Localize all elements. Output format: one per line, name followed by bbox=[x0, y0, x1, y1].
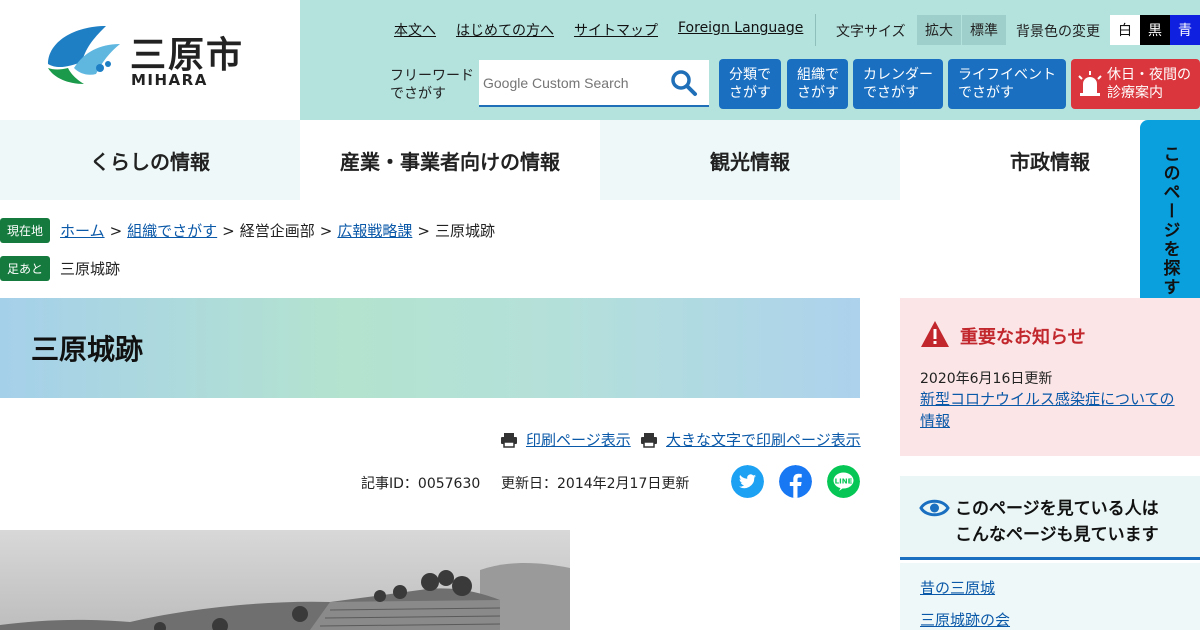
search-input[interactable] bbox=[479, 60, 664, 105]
site-header: 三原市 MIHARA 本文へ はじめての方へ サイトマップ Foreign La… bbox=[0, 0, 1200, 120]
logo[interactable]: 三原市 MIHARA bbox=[0, 0, 300, 120]
button-label: 診療案内 bbox=[1107, 85, 1163, 101]
updated-date: 更新日：2014年2月17日更新 bbox=[501, 476, 690, 492]
logo-text-en: MIHARA bbox=[131, 71, 208, 89]
printer-icon bbox=[641, 432, 657, 448]
page-title: 三原城跡 bbox=[31, 333, 144, 366]
freeword-label: フリーワード でさがす bbox=[390, 67, 474, 103]
button-label: さがす bbox=[729, 85, 771, 101]
breadcrumb-current: 三原城跡 bbox=[434, 222, 495, 240]
button-label: 分類で bbox=[729, 67, 771, 83]
button-label: 組織で bbox=[797, 67, 839, 83]
nav-tourism-info[interactable]: 観光情報 bbox=[600, 120, 900, 200]
first-visit-link[interactable]: はじめての方へ bbox=[456, 20, 554, 40]
utility-bar: 本文へ はじめての方へ サイトマップ Foreign Language 文字サイ… bbox=[300, 0, 1200, 120]
notice-title: 重要なお知らせ bbox=[960, 327, 1086, 348]
large-print-page-link[interactable]: 大きな文字で印刷ページ表示 bbox=[640, 429, 861, 450]
search-box bbox=[479, 60, 709, 107]
castle-ruins-photo bbox=[0, 530, 570, 630]
freeword-label-line1: フリーワード bbox=[390, 68, 474, 84]
facebook-icon[interactable] bbox=[779, 465, 812, 498]
font-size-enlarge-button[interactable]: 拡大 bbox=[917, 15, 961, 45]
button-label: 休日・夜間の bbox=[1107, 67, 1191, 83]
breadcrumb-home-link[interactable]: ホーム bbox=[60, 220, 105, 241]
breadcrumb-department: 経営企画部 bbox=[239, 222, 315, 240]
bg-black-button[interactable]: 黒 bbox=[1140, 15, 1170, 45]
breadcrumb-separator: > bbox=[222, 221, 235, 240]
notice-date: 2020年6月16日更新 bbox=[920, 371, 1053, 387]
article-id: 記事ID：0057630 bbox=[361, 476, 481, 492]
castle-photo-image bbox=[0, 530, 570, 630]
font-size-label: 文字サイズ bbox=[836, 24, 906, 40]
search-by-life-event-button[interactable]: ライフイベント でさがす bbox=[948, 59, 1066, 109]
footprint: 足あと 三原城跡 bbox=[0, 256, 120, 281]
bg-white-button[interactable]: 白 bbox=[1110, 15, 1140, 45]
line-icon[interactable]: LINE bbox=[827, 465, 860, 498]
button-label: でさがす bbox=[863, 85, 919, 101]
related-page-link[interactable]: 昔の三原城 bbox=[920, 577, 995, 598]
related-pages-header: このページを見ている人は こんなページも見ています bbox=[900, 476, 1200, 560]
search-by-category-button[interactable]: 分類で さがす bbox=[719, 59, 781, 109]
large-print-page-text[interactable]: 大きな文字で印刷ページ表示 bbox=[666, 429, 861, 450]
button-label: さがす bbox=[797, 85, 839, 101]
skip-to-content-link[interactable]: 本文へ bbox=[394, 20, 436, 40]
footprint-item: 三原城跡 bbox=[60, 260, 121, 278]
print-page-text[interactable]: 印刷ページ表示 bbox=[526, 429, 631, 450]
freeword-label-line2: でさがす bbox=[390, 86, 446, 102]
print-page-link[interactable]: 印刷ページ表示 bbox=[500, 429, 631, 450]
search-icon[interactable] bbox=[669, 68, 699, 98]
twitter-icon[interactable] bbox=[731, 465, 764, 498]
related-pages-list: 昔の三原城 三原城跡の会 bbox=[900, 563, 1200, 630]
divider bbox=[815, 14, 816, 46]
related-page-link[interactable]: 三原城跡の会 bbox=[920, 609, 1010, 630]
button-label: でさがす bbox=[958, 85, 1014, 101]
bg-blue-button[interactable]: 青 bbox=[1170, 15, 1200, 45]
breadcrumb-separator: > bbox=[319, 221, 333, 240]
related-pages-title: このページを見ている人は こんなページも見ています bbox=[955, 496, 1159, 548]
related-pages: このページを見ている人は こんなページも見ています 昔の三原城 三原城跡の会 bbox=[900, 476, 1200, 630]
global-nav: くらしの情報 産業・事業者向けの情報 観光情報 市政情報 bbox=[0, 120, 1200, 200]
eye-icon bbox=[919, 499, 950, 517]
bg-color-label: 背景色の変更 bbox=[1016, 24, 1100, 40]
mihara-logo-icon bbox=[48, 26, 120, 84]
top-links: 本文へ はじめての方へ サイトマップ Foreign Language bbox=[394, 20, 803, 40]
page-title-bar: 三原城跡 bbox=[0, 298, 860, 398]
breadcrumb-section-link[interactable]: 広報戦略課 bbox=[337, 220, 412, 241]
siren-icon bbox=[1078, 71, 1102, 96]
foreign-language-link[interactable]: Foreign Language bbox=[678, 20, 803, 40]
font-size-standard-button[interactable]: 標準 bbox=[962, 15, 1006, 45]
sitemap-link[interactable]: サイトマップ bbox=[574, 20, 658, 40]
breadcrumb-separator: > bbox=[109, 221, 123, 240]
related-pages-title-line2: こんなページも見ています bbox=[955, 525, 1159, 545]
printer-icon bbox=[501, 432, 517, 448]
important-notice: 重要なお知らせ 2020年6月16日更新 新型コロナウイルス感染症についての情報 bbox=[900, 298, 1200, 456]
breadcrumb-organization-link[interactable]: 組織でさがす bbox=[127, 220, 217, 241]
search-by-calendar-button[interactable]: カレンダー でさがす bbox=[853, 59, 943, 109]
search-by-organization-button[interactable]: 組織で さがす bbox=[787, 59, 848, 109]
svg-text:LINE: LINE bbox=[835, 478, 853, 486]
nav-business-info[interactable]: 産業・事業者向けの情報 bbox=[300, 120, 600, 200]
notice-link[interactable]: 新型コロナウイルス感染症についての情報 bbox=[920, 388, 1180, 432]
current-location-badge: 現在地 bbox=[0, 218, 51, 243]
nav-living-info[interactable]: くらしの情報 bbox=[0, 120, 300, 200]
footprint-badge: 足あと bbox=[0, 256, 51, 281]
button-label: カレンダー bbox=[863, 67, 933, 83]
related-pages-title-line1: このページを見ている人は bbox=[955, 499, 1159, 519]
emergency-medical-button[interactable]: 休日・夜間の 診療案内 bbox=[1071, 59, 1200, 109]
breadcrumb-separator: > bbox=[417, 221, 430, 240]
warning-icon bbox=[921, 321, 949, 347]
breadcrumb: 現在地 ホーム > 組織でさがす > 経営企画部 > 広報戦略課 > 三原城跡 bbox=[0, 218, 495, 243]
button-label: ライフイベント bbox=[958, 67, 1056, 83]
